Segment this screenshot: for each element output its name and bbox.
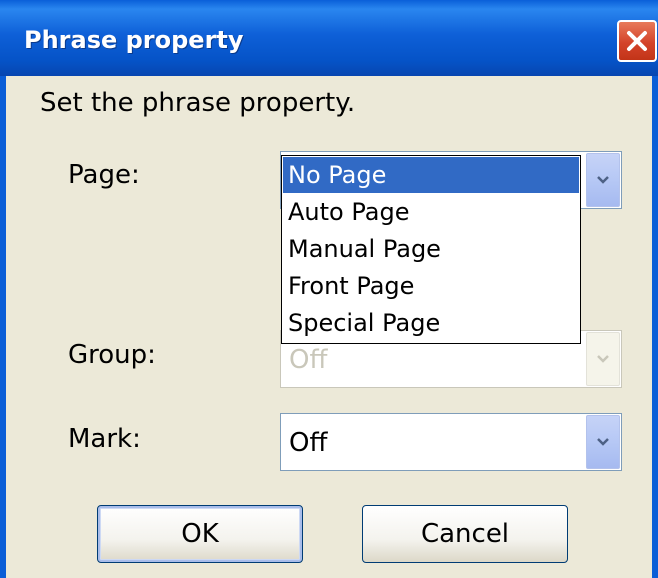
cancel-button[interactable]: Cancel xyxy=(362,505,568,563)
dropdown-option-special-page[interactable]: Special Page xyxy=(283,305,579,341)
dropdown-option-no-page[interactable]: No Page xyxy=(283,157,579,193)
group-dropdown-button xyxy=(586,332,620,386)
group-select-value: Off xyxy=(289,345,328,375)
window-frame-right xyxy=(652,76,658,578)
window-frame-left xyxy=(0,76,6,578)
close-button[interactable] xyxy=(617,20,657,62)
dropdown-option-front-page[interactable]: Front Page xyxy=(283,268,579,304)
group-label: Group: xyxy=(68,340,156,370)
page-label: Page: xyxy=(68,160,140,190)
dialog-prompt: Set the phrase property. xyxy=(40,88,356,118)
page-dropdown-button[interactable] xyxy=(586,153,620,207)
dialog-window: Phrase property Set the phrase property.… xyxy=(0,0,658,578)
mark-dropdown-button[interactable] xyxy=(586,415,620,469)
mark-select[interactable]: Off xyxy=(280,413,622,471)
window-title: Phrase property xyxy=(24,26,244,54)
page-dropdown-list: No Page Auto Page Manual Page Front Page… xyxy=(281,155,581,344)
title-bar[interactable]: Phrase property xyxy=(0,0,658,76)
mark-select-value: Off xyxy=(289,428,328,458)
dropdown-option-auto-page[interactable]: Auto Page xyxy=(283,194,579,230)
dropdown-option-manual-page[interactable]: Manual Page xyxy=(283,231,579,267)
mark-label: Mark: xyxy=(68,424,141,454)
ok-button[interactable]: OK xyxy=(97,505,303,563)
